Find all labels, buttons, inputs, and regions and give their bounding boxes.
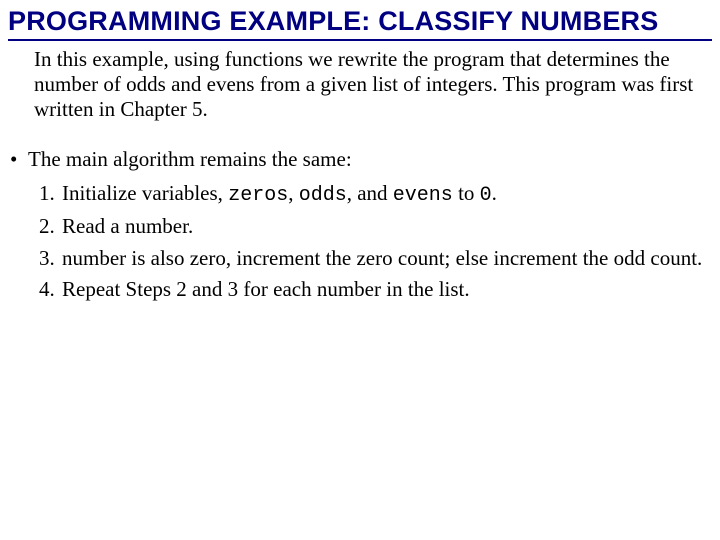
intro-paragraph: In this example, using functions we rewr… [34,47,704,121]
step-1-var-evens: evens [393,184,453,207]
step-3-text: number is also zero, increment the zero … [62,246,704,271]
step-1: Initialize variables, zeros, odds, and e… [60,181,704,208]
step-4: Repeat Steps 2 and 3 for each number in … [60,277,704,302]
slide: PROGRAMMING EXAMPLE: CLASSIFY NUMBERS In… [0,0,720,302]
step-1-text-c: , and [347,181,393,205]
step-2: Read a number. [60,214,704,239]
step-1-text-b: , [288,181,299,205]
step-1-var-zeros: zeros [228,184,288,207]
bullet-dot-icon: • [10,147,28,171]
slide-title: PROGRAMMING EXAMPLE: CLASSIFY NUMBERS [8,6,712,41]
step-1-text-a: Initialize variables, [62,181,228,205]
algorithm-steps: Initialize variables, zeros, odds, and e… [60,181,704,302]
step-1-text-e: . [492,181,497,205]
main-bullet: • The main algorithm remains the same: [10,147,712,171]
step-3: number is also zero, increment the zero … [60,246,704,271]
bullet-label: The main algorithm remains the same: [28,147,352,171]
step-1-var-zero: 0 [480,184,492,207]
step-1-var-odds: odds [299,184,347,207]
step-1-text-d: to [453,181,480,205]
